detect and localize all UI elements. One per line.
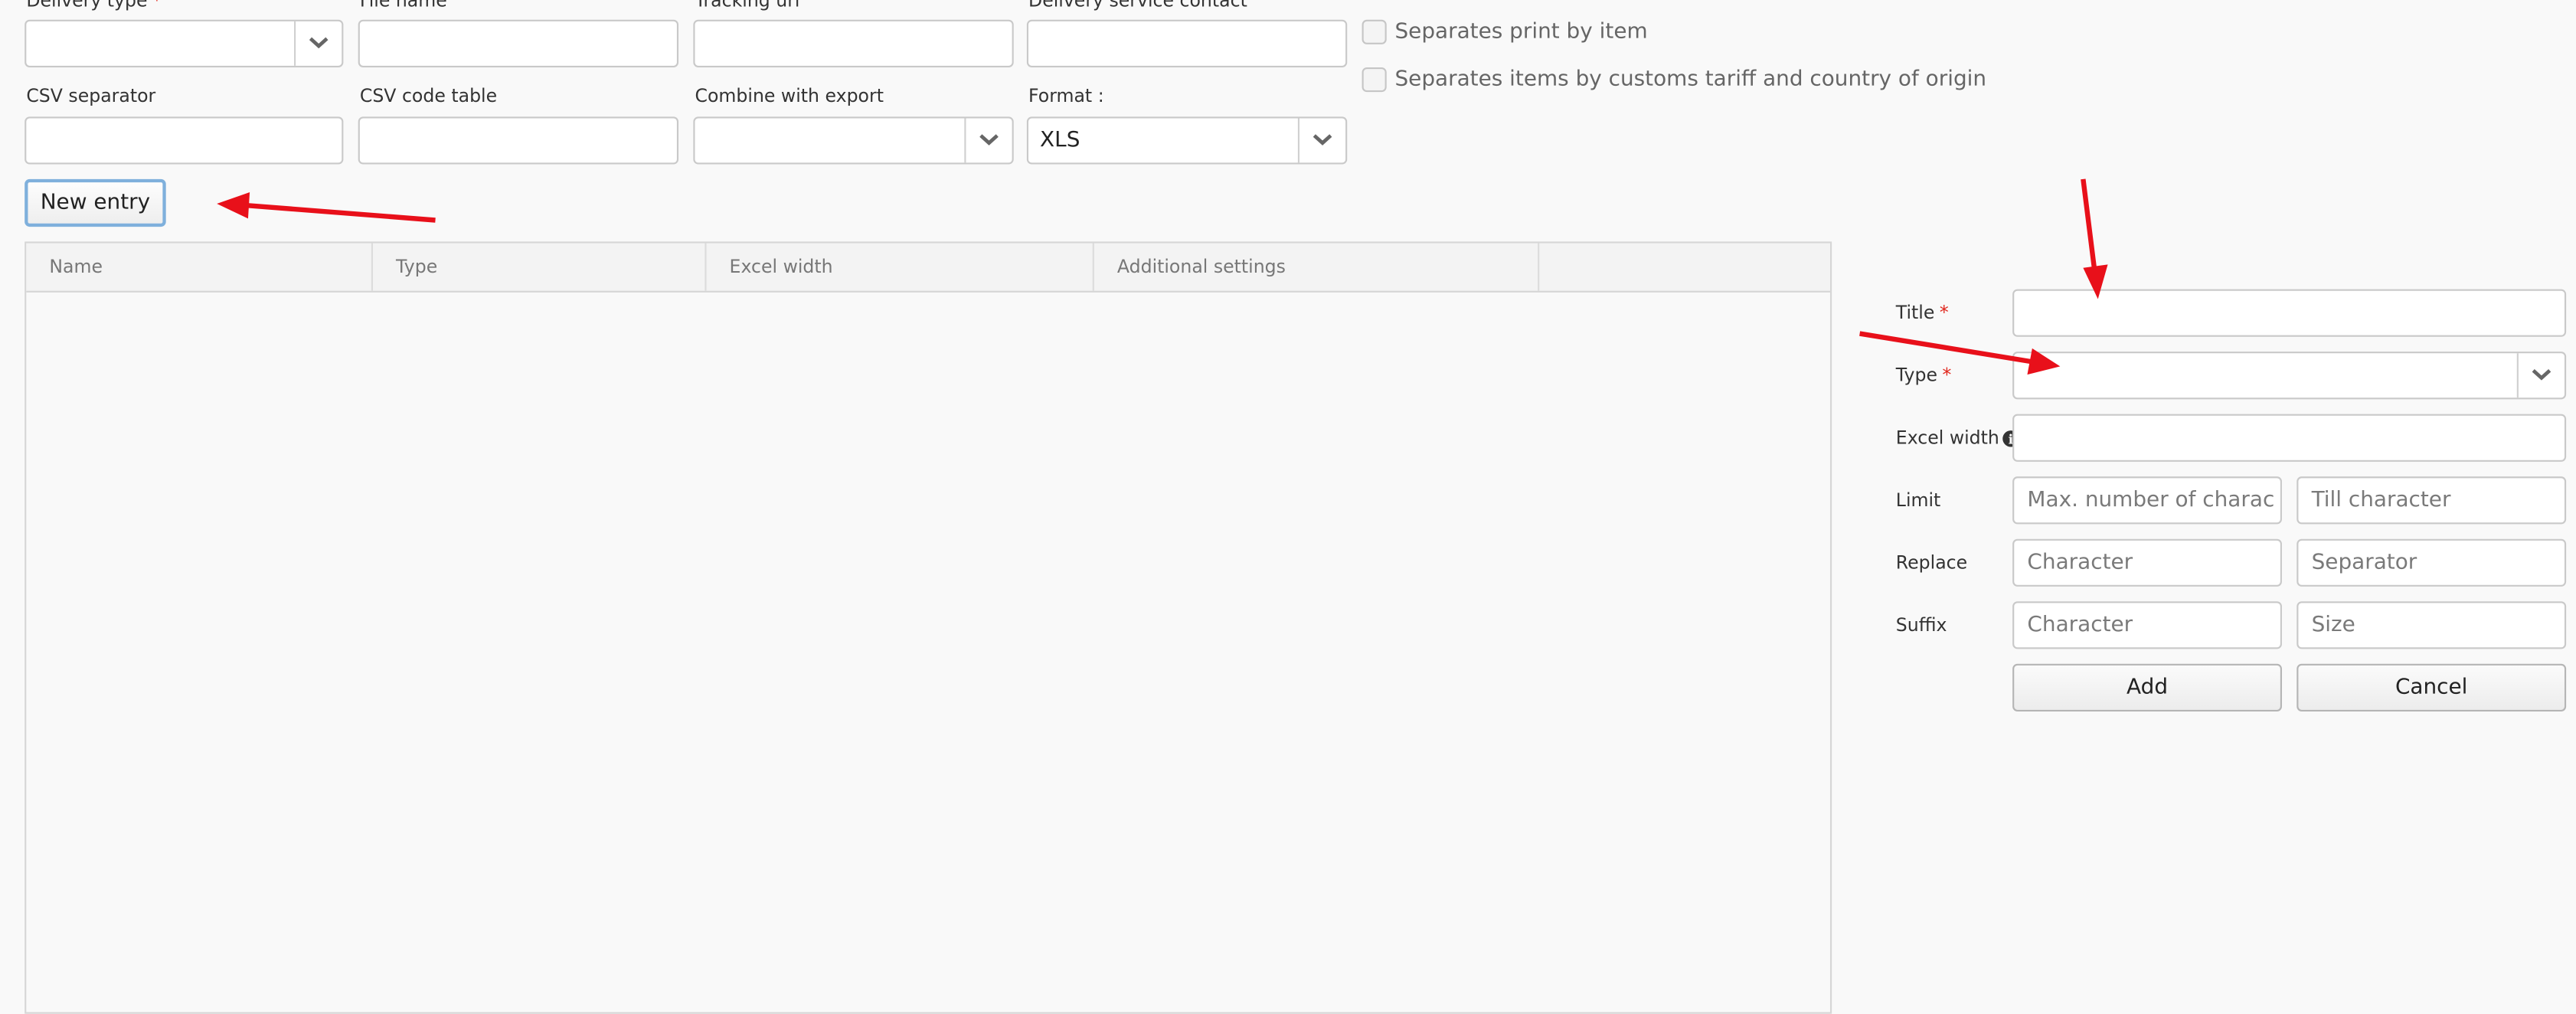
annotation-arrows <box>217 178 2108 375</box>
arrow-to-title <box>2081 178 2108 299</box>
arrow-to-new-entry <box>217 192 436 223</box>
page: Delivery type * File name Tracking url De… <box>0 0 2576 1014</box>
arrow-to-type <box>1859 331 2061 375</box>
